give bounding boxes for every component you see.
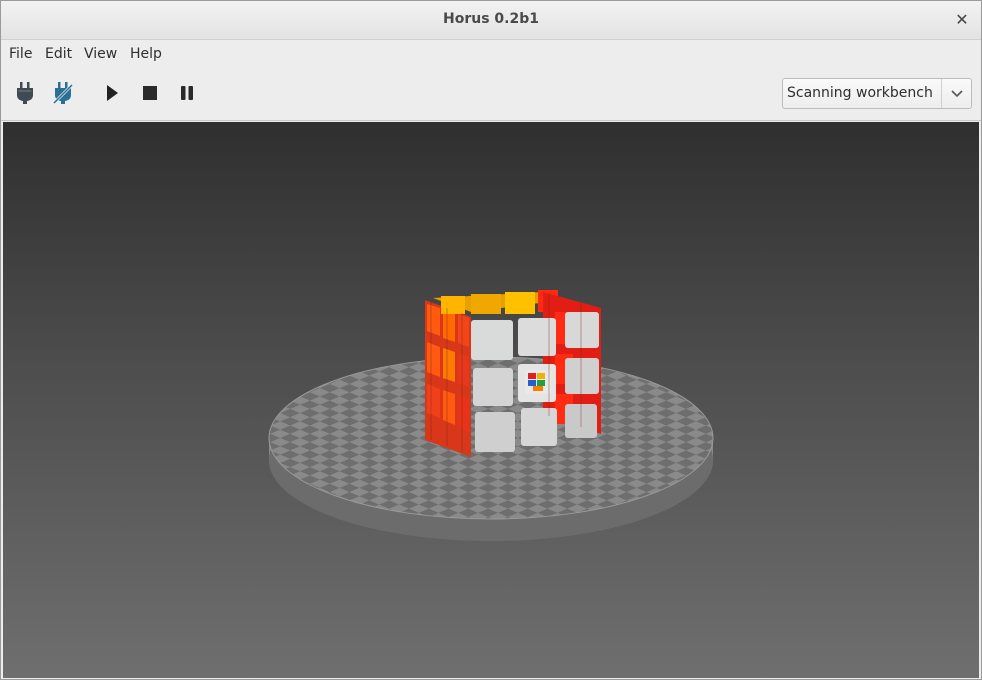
scene-3d xyxy=(268,290,714,541)
app-window: Horus 0.2b1 ✕ File Edit View Help Scanni… xyxy=(0,0,982,680)
connect-icon xyxy=(17,82,33,104)
close-icon[interactable]: ✕ xyxy=(953,10,971,29)
cube-point-cloud xyxy=(425,290,601,457)
workbench-select[interactable]: Scanning workbench xyxy=(782,78,972,109)
menu-bar: File Edit View Help xyxy=(1,40,981,68)
disconnect-icon xyxy=(52,82,74,105)
connect-button[interactable] xyxy=(12,80,38,106)
toolbar: Scanning workbench xyxy=(1,68,981,121)
chevron-down-icon xyxy=(941,79,971,108)
pause-button[interactable] xyxy=(174,80,200,106)
menu-help[interactable]: Help xyxy=(130,46,162,62)
stop-icon xyxy=(143,86,157,100)
disconnect-button[interactable] xyxy=(50,80,76,106)
stop-button[interactable] xyxy=(137,80,163,106)
window-title: Horus 0.2b1 xyxy=(443,11,539,27)
scene-viewport[interactable] xyxy=(3,122,979,678)
title-bar: Horus 0.2b1 ✕ xyxy=(1,1,981,40)
pause-icon xyxy=(181,86,193,100)
cube-logo xyxy=(525,370,551,394)
menu-view[interactable]: View xyxy=(84,46,117,62)
menu-file[interactable]: File xyxy=(9,46,32,62)
workbench-select-value: Scanning workbench xyxy=(787,85,933,101)
menu-edit[interactable]: Edit xyxy=(45,46,72,62)
play-icon xyxy=(107,85,118,101)
play-button[interactable] xyxy=(99,80,125,106)
